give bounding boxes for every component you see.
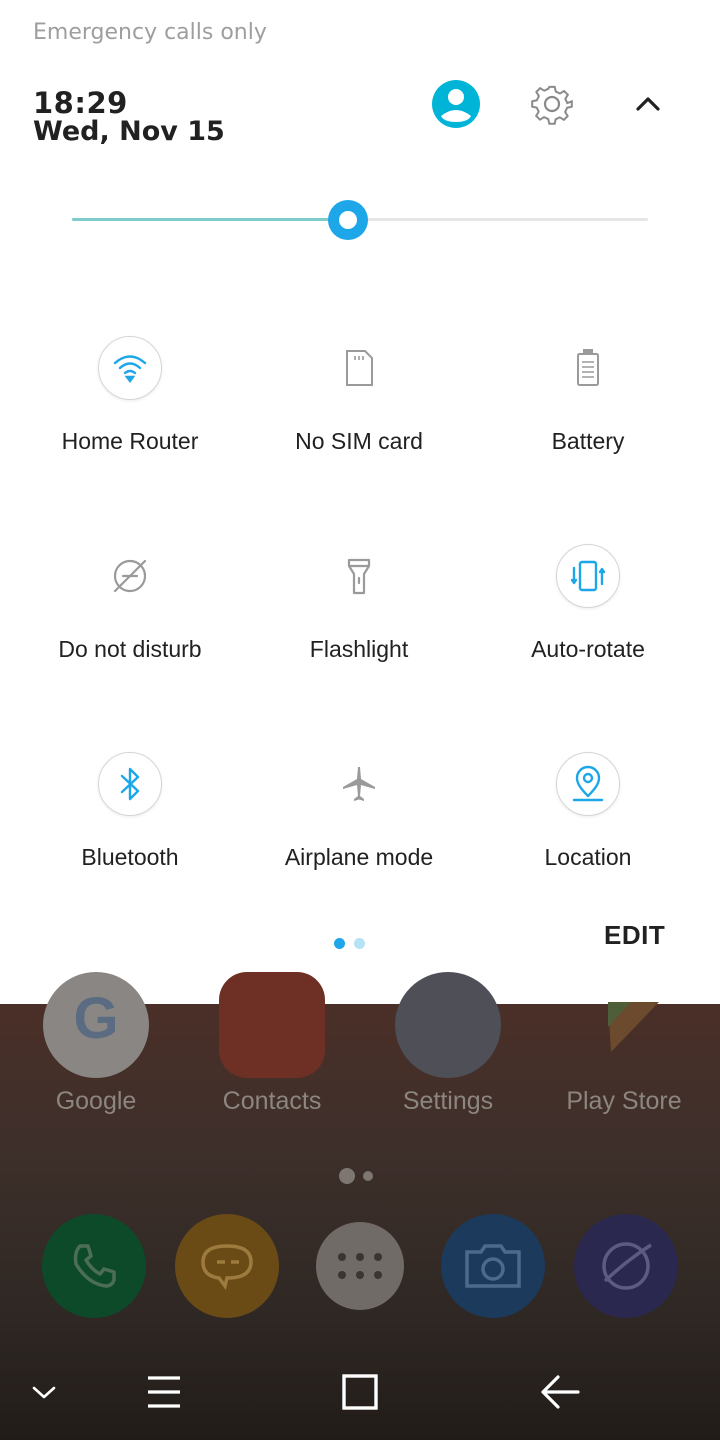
location-icon[interactable]: [556, 752, 620, 816]
app-settings[interactable]: Settings: [368, 972, 528, 1132]
nav-home-icon[interactable]: [336, 1372, 384, 1412]
tile-label: Bluetooth: [81, 844, 179, 870]
settings-icon: [395, 972, 501, 1078]
user-avatar-icon[interactable]: [432, 80, 480, 128]
slider-fill: [72, 218, 349, 221]
camera-icon[interactable]: [441, 1214, 545, 1318]
carrier-status: Emergency calls only: [33, 20, 267, 45]
clock-time: 18:29: [33, 86, 128, 120]
nav-back-icon[interactable]: [536, 1372, 584, 1412]
tile-auto-rotate[interactable]: Auto-rotate: [478, 544, 698, 694]
messages-icon[interactable]: [175, 1214, 279, 1318]
tile-label: Do not disturb: [58, 636, 202, 662]
app-contacts[interactable]: Contacts: [192, 972, 352, 1132]
home-page-indicator: [339, 1165, 381, 1184]
quick-settings-panel: Emergency calls only 18:29 Wed, Nov 15 H…: [0, 0, 720, 1004]
svg-text:G: G: [73, 986, 118, 1051]
page-dot-active: [334, 938, 345, 949]
tile-label: No SIM card: [295, 428, 423, 454]
phone-icon[interactable]: [42, 1214, 146, 1318]
slider-thumb[interactable]: [328, 200, 369, 240]
home-page-dot-active: [339, 1167, 355, 1184]
tile-label: Airplane mode: [284, 844, 434, 870]
bluetooth-icon[interactable]: [98, 752, 162, 816]
browser-icon[interactable]: [574, 1214, 678, 1318]
page-dot: [354, 938, 365, 949]
app-drawer-icon[interactable]: [316, 1222, 404, 1310]
page-indicator: [334, 934, 374, 953]
brightness-slider[interactable]: [72, 200, 648, 240]
sim-card-icon[interactable]: [327, 336, 391, 400]
battery-icon[interactable]: [556, 336, 620, 400]
settings-gear-icon[interactable]: [528, 80, 576, 128]
tile-label: Location: [544, 844, 632, 870]
google-icon: G: [43, 972, 149, 1078]
navigation-bar: [0, 1344, 720, 1440]
clock-date: Wed, Nov 15: [33, 116, 225, 147]
app-label: Google: [55, 1087, 137, 1115]
tile-wifi[interactable]: Home Router: [20, 336, 240, 486]
app-label: Settings: [402, 1087, 494, 1115]
tile-label: Battery: [551, 428, 625, 454]
tile-bluetooth[interactable]: Bluetooth: [20, 752, 240, 902]
app-label: Play Store: [566, 1087, 682, 1115]
contacts-icon: [219, 972, 325, 1078]
airplane-icon[interactable]: [327, 752, 391, 816]
tile-flashlight[interactable]: Flashlight: [249, 544, 469, 694]
tile-label: Home Router: [61, 428, 199, 454]
auto-rotate-icon[interactable]: [556, 544, 620, 608]
app-play-store[interactable]: Play Store: [544, 1002, 704, 1132]
nav-hide-chevron-down-icon[interactable]: [20, 1372, 68, 1412]
do-not-disturb-icon[interactable]: [98, 544, 162, 608]
nav-menu-icon[interactable]: [140, 1372, 188, 1412]
tile-location[interactable]: Location: [478, 752, 698, 902]
home-page-dot: [363, 1170, 373, 1181]
app-google[interactable]: G Google: [16, 972, 176, 1132]
tile-label: Auto-rotate: [531, 636, 645, 662]
play-store-icon: [571, 972, 677, 1078]
flashlight-icon[interactable]: [327, 544, 391, 608]
edit-button[interactable]: EDIT: [604, 920, 665, 951]
app-label: Contacts: [222, 1087, 322, 1115]
tile-battery[interactable]: Battery: [478, 336, 698, 486]
tile-do-not-disturb[interactable]: Do not disturb: [20, 544, 240, 694]
tile-label: Flashlight: [309, 636, 409, 662]
collapse-chevron-up-icon[interactable]: [628, 80, 668, 128]
tile-airplane-mode[interactable]: Airplane mode: [249, 752, 469, 902]
wifi-icon[interactable]: [98, 336, 162, 400]
tile-sim[interactable]: No SIM card: [249, 336, 469, 486]
